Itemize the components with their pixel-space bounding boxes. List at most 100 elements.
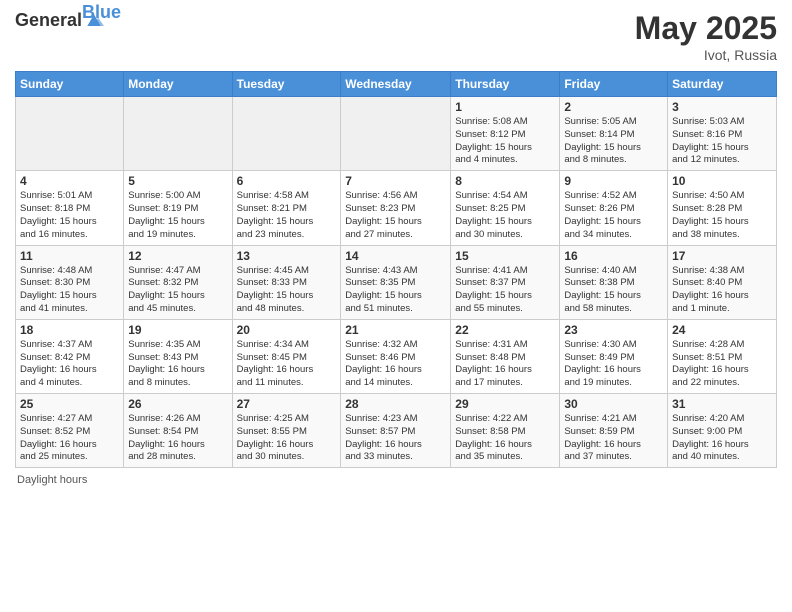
- calendar-cell: [341, 97, 451, 171]
- day-number: 6: [237, 174, 337, 188]
- day-info: Sunrise: 4:38 AM Sunset: 8:40 PM Dayligh…: [672, 265, 772, 316]
- day-number: 4: [20, 174, 119, 188]
- day-number: 26: [128, 397, 227, 411]
- calendar: SundayMondayTuesdayWednesdayThursdayFrid…: [15, 71, 777, 468]
- day-number: 31: [672, 397, 772, 411]
- day-info: Sunrise: 4:48 AM Sunset: 8:30 PM Dayligh…: [20, 265, 119, 316]
- day-info: Sunrise: 4:56 AM Sunset: 8:23 PM Dayligh…: [345, 190, 446, 241]
- day-number: 8: [455, 174, 555, 188]
- day-info: Sunrise: 4:54 AM Sunset: 8:25 PM Dayligh…: [455, 190, 555, 241]
- day-number: 19: [128, 323, 227, 337]
- day-info: Sunrise: 5:03 AM Sunset: 8:16 PM Dayligh…: [672, 116, 772, 167]
- day-info: Sunrise: 4:23 AM Sunset: 8:57 PM Dayligh…: [345, 413, 446, 464]
- calendar-cell: 15 Sunrise: 4:41 AM Sunset: 8:37 PM Dayli…: [451, 245, 560, 319]
- calendar-cell: 31 Sunrise: 4:20 AM Sunset: 9:00 PM Dayli…: [668, 394, 777, 468]
- day-header-thursday: Thursday: [451, 72, 560, 97]
- calendar-cell: 5Sunrise: 5:00 AM Sunset: 8:19 PM Daylig…: [124, 171, 232, 245]
- day-info: Sunrise: 4:43 AM Sunset: 8:35 PM Dayligh…: [345, 265, 446, 316]
- calendar-cell: 13 Sunrise: 4:45 AM Sunset: 8:33 PM Dayli…: [232, 245, 341, 319]
- calendar-cell: 17 Sunrise: 4:38 AM Sunset: 8:40 PM Dayli…: [668, 245, 777, 319]
- day-number: 16: [564, 249, 663, 263]
- day-number: 30: [564, 397, 663, 411]
- day-header-wednesday: Wednesday: [341, 72, 451, 97]
- day-info: Sunrise: 4:58 AM Sunset: 8:21 PM Dayligh…: [237, 190, 337, 241]
- calendar-week-row: 1 Sunrise: 5:08 AM Sunset: 8:12 PM Daylig…: [16, 97, 777, 171]
- day-number: 3: [672, 100, 772, 114]
- day-number: 25: [20, 397, 119, 411]
- calendar-cell: 14 Sunrise: 4:43 AM Sunset: 8:35 PM Dayli…: [341, 245, 451, 319]
- day-info: Sunrise: 5:08 AM Sunset: 8:12 PM Dayligh…: [455, 116, 555, 167]
- calendar-cell: [124, 97, 232, 171]
- calendar-cell: 28 Sunrise: 4:23 AM Sunset: 8:57 PM Dayli…: [341, 394, 451, 468]
- day-number: 17: [672, 249, 772, 263]
- day-number: 15: [455, 249, 555, 263]
- day-header-monday: Monday: [124, 72, 232, 97]
- calendar-cell: 10 Sunrise: 4:50 AM Sunset: 8:28 PM Dayli…: [668, 171, 777, 245]
- day-header-saturday: Saturday: [668, 72, 777, 97]
- day-info: Sunrise: 4:22 AM Sunset: 8:58 PM Dayligh…: [455, 413, 555, 464]
- calendar-cell: 9Sunrise: 4:52 AM Sunset: 8:26 PM Daylig…: [560, 171, 668, 245]
- day-info: Sunrise: 4:28 AM Sunset: 8:51 PM Dayligh…: [672, 339, 772, 390]
- calendar-week-row: 18Sunrise: 4:37 AM Sunset: 8:42 PM Dayli…: [16, 319, 777, 393]
- day-info: Sunrise: 4:40 AM Sunset: 8:38 PM Dayligh…: [564, 265, 663, 316]
- day-info: Sunrise: 4:47 AM Sunset: 8:32 PM Dayligh…: [128, 265, 227, 316]
- day-number: 12: [128, 249, 227, 263]
- calendar-cell: 12 Sunrise: 4:47 AM Sunset: 8:32 PM Dayli…: [124, 245, 232, 319]
- day-number: 13: [237, 249, 337, 263]
- day-number: 2: [564, 100, 663, 114]
- page-container: General Blue May 2025 Ivot, Russia Sunda…: [0, 0, 792, 496]
- logo: General Blue: [15, 10, 143, 31]
- calendar-cell: 3 Sunrise: 5:03 AM Sunset: 8:16 PM Daylig…: [668, 97, 777, 171]
- day-info: Sunrise: 4:45 AM Sunset: 8:33 PM Dayligh…: [237, 265, 337, 316]
- day-info: Sunrise: 4:50 AM Sunset: 8:28 PM Dayligh…: [672, 190, 772, 241]
- calendar-header-row: SundayMondayTuesdayWednesdayThursdayFrid…: [16, 72, 777, 97]
- day-number: 5: [128, 174, 227, 188]
- day-number: 22: [455, 323, 555, 337]
- calendar-cell: 22Sunrise: 4:31 AM Sunset: 8:48 PM Dayli…: [451, 319, 560, 393]
- calendar-cell: 29 Sunrise: 4:22 AM Sunset: 8:58 PM Dayli…: [451, 394, 560, 468]
- day-info: Sunrise: 4:41 AM Sunset: 8:37 PM Dayligh…: [455, 265, 555, 316]
- month-year: May 2025: [635, 10, 777, 47]
- calendar-cell: 1 Sunrise: 5:08 AM Sunset: 8:12 PM Daylig…: [451, 97, 560, 171]
- day-number: 29: [455, 397, 555, 411]
- day-info: Sunrise: 4:25 AM Sunset: 8:55 PM Dayligh…: [237, 413, 337, 464]
- day-number: 21: [345, 323, 446, 337]
- day-info: Sunrise: 4:32 AM Sunset: 8:46 PM Dayligh…: [345, 339, 446, 390]
- calendar-week-row: 4 Sunrise: 5:01 AM Sunset: 8:18 PM Daylig…: [16, 171, 777, 245]
- day-info: Sunrise: 4:37 AM Sunset: 8:42 PM Dayligh…: [20, 339, 119, 390]
- calendar-week-row: 25 Sunrise: 4:27 AM Sunset: 8:52 PM Dayli…: [16, 394, 777, 468]
- logo-text-general: General: [15, 10, 82, 31]
- calendar-cell: 8 Sunrise: 4:54 AM Sunset: 8:25 PM Daylig…: [451, 171, 560, 245]
- day-number: 27: [237, 397, 337, 411]
- day-header-sunday: Sunday: [16, 72, 124, 97]
- calendar-cell: 16 Sunrise: 4:40 AM Sunset: 8:38 PM Dayli…: [560, 245, 668, 319]
- daylight-hours-label: Daylight hours: [17, 474, 87, 486]
- calendar-cell: 27 Sunrise: 4:25 AM Sunset: 8:55 PM Dayli…: [232, 394, 341, 468]
- calendar-cell: 11 Sunrise: 4:48 AM Sunset: 8:30 PM Dayli…: [16, 245, 124, 319]
- calendar-cell: 4 Sunrise: 5:01 AM Sunset: 8:18 PM Daylig…: [16, 171, 124, 245]
- day-info: Sunrise: 5:01 AM Sunset: 8:18 PM Dayligh…: [20, 190, 119, 241]
- day-number: 23: [564, 323, 663, 337]
- day-number: 28: [345, 397, 446, 411]
- calendar-cell: 21 Sunrise: 4:32 AM Sunset: 8:46 PM Dayli…: [341, 319, 451, 393]
- day-number: 1: [455, 100, 555, 114]
- calendar-cell: 20Sunrise: 4:34 AM Sunset: 8:45 PM Dayli…: [232, 319, 341, 393]
- day-info: Sunrise: 4:21 AM Sunset: 8:59 PM Dayligh…: [564, 413, 663, 464]
- calendar-cell: 2Sunrise: 5:05 AM Sunset: 8:14 PM Daylig…: [560, 97, 668, 171]
- calendar-cell: [232, 97, 341, 171]
- day-info: Sunrise: 4:30 AM Sunset: 8:49 PM Dayligh…: [564, 339, 663, 390]
- calendar-cell: 24Sunrise: 4:28 AM Sunset: 8:51 PM Dayli…: [668, 319, 777, 393]
- calendar-cell: 6 Sunrise: 4:58 AM Sunset: 8:21 PM Daylig…: [232, 171, 341, 245]
- day-number: 10: [672, 174, 772, 188]
- day-info: Sunrise: 4:20 AM Sunset: 9:00 PM Dayligh…: [672, 413, 772, 464]
- calendar-week-row: 11 Sunrise: 4:48 AM Sunset: 8:30 PM Dayli…: [16, 245, 777, 319]
- day-info: Sunrise: 4:27 AM Sunset: 8:52 PM Dayligh…: [20, 413, 119, 464]
- day-header-tuesday: Tuesday: [232, 72, 341, 97]
- calendar-cell: 25 Sunrise: 4:27 AM Sunset: 8:52 PM Dayli…: [16, 394, 124, 468]
- day-header-friday: Friday: [560, 72, 668, 97]
- day-info: Sunrise: 4:52 AM Sunset: 8:26 PM Dayligh…: [564, 190, 663, 241]
- day-number: 11: [20, 249, 119, 263]
- calendar-cell: 18Sunrise: 4:37 AM Sunset: 8:42 PM Dayli…: [16, 319, 124, 393]
- calendar-cell: 30 Sunrise: 4:21 AM Sunset: 8:59 PM Dayli…: [560, 394, 668, 468]
- day-number: 14: [345, 249, 446, 263]
